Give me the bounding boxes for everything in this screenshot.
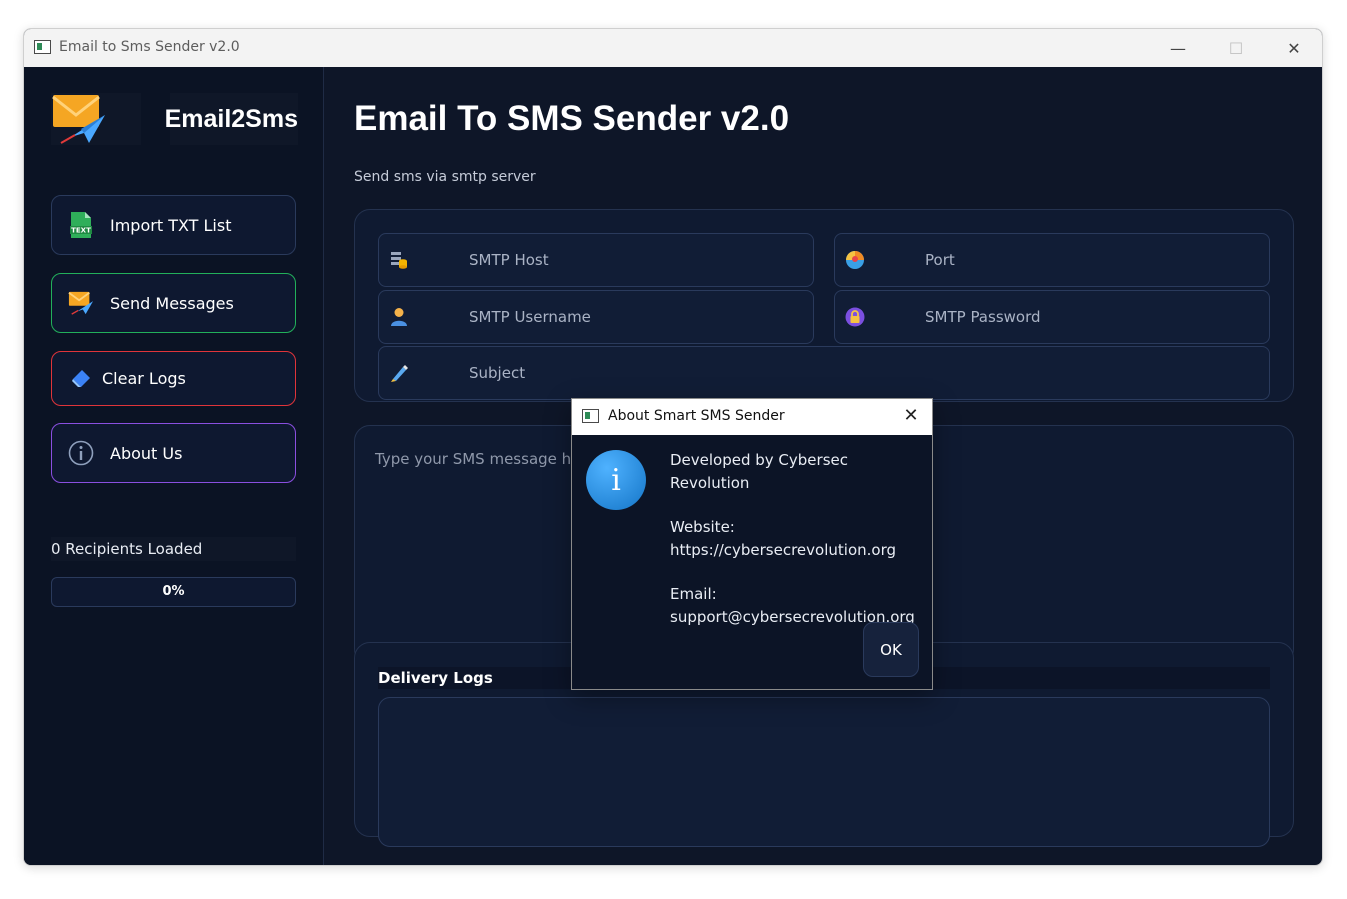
about-us-label: About Us bbox=[110, 443, 183, 463]
mail-logo-icon bbox=[52, 95, 105, 144]
page-title: Email To SMS Sender v2.0 bbox=[354, 99, 790, 138]
window-title: Email to Sms Sender v2.0 bbox=[59, 39, 240, 55]
logo-image bbox=[51, 93, 141, 145]
developer-text: Developed by Cybersec Revolution bbox=[670, 451, 848, 492]
website-url: https://cybersecrevolution.org bbox=[670, 541, 896, 559]
clear-logs-button[interactable]: Clear Logs bbox=[51, 351, 296, 406]
smtp-host-input[interactable]: SMTP Host bbox=[378, 233, 814, 287]
port-icon bbox=[845, 250, 865, 270]
smtp-password-input[interactable]: SMTP Password bbox=[834, 290, 1270, 344]
send-mail-icon bbox=[68, 290, 94, 316]
import-txt-list-button[interactable]: TEXT Import TXT List bbox=[51, 195, 296, 255]
title-bar: Email to Sms Sender v2.0 — ☐ ✕ bbox=[24, 29, 1322, 67]
smtp-username-input[interactable]: SMTP Username bbox=[378, 290, 814, 344]
progress-bar: 0% bbox=[51, 577, 296, 607]
user-icon bbox=[389, 307, 409, 327]
dialog-title-bar: About Smart SMS Sender ✕ bbox=[572, 399, 932, 435]
eraser-icon bbox=[68, 366, 94, 392]
brand-name: Email2Sms bbox=[165, 93, 298, 145]
lock-icon bbox=[845, 307, 865, 327]
subject-placeholder: Subject bbox=[469, 364, 526, 382]
app-icon bbox=[34, 40, 51, 54]
minimize-button[interactable]: — bbox=[1149, 29, 1207, 67]
send-messages-label: Send Messages bbox=[110, 293, 234, 313]
server-icon bbox=[389, 250, 409, 270]
import-txt-list-label: Import TXT List bbox=[110, 215, 232, 235]
website-label: Website: bbox=[670, 518, 735, 536]
ok-button[interactable]: OK bbox=[863, 622, 919, 677]
pencil-icon bbox=[389, 363, 409, 383]
txt-file-icon: TEXT bbox=[68, 212, 94, 238]
clear-logs-label: Clear Logs bbox=[102, 369, 186, 388]
smtp-password-placeholder: SMTP Password bbox=[925, 308, 1041, 326]
smtp-settings-panel: SMTP Host Port SMTP Username SMTP Passwo… bbox=[354, 209, 1294, 402]
dialog-close-button[interactable]: ✕ bbox=[900, 405, 922, 427]
dialog-title: About Smart SMS Sender bbox=[608, 408, 785, 424]
subject-input[interactable]: Subject bbox=[378, 346, 1270, 400]
port-input[interactable]: Port bbox=[834, 233, 1270, 287]
send-messages-button[interactable]: Send Messages bbox=[51, 273, 296, 333]
info-icon bbox=[68, 440, 94, 466]
close-window-button[interactable]: ✕ bbox=[1265, 29, 1322, 67]
information-icon: i bbox=[586, 450, 646, 510]
smtp-username-placeholder: SMTP Username bbox=[469, 308, 591, 326]
about-us-button[interactable]: About Us bbox=[51, 423, 296, 483]
recipients-count: 0 Recipients Loaded bbox=[51, 537, 296, 561]
sidebar: Email2Sms TEXT Import TXT List Send Mess… bbox=[24, 67, 324, 865]
page-subtitle: Send sms via smtp server bbox=[354, 169, 536, 185]
port-placeholder: Port bbox=[925, 251, 955, 269]
smtp-host-placeholder: SMTP Host bbox=[469, 251, 549, 269]
email-label: Email: bbox=[670, 585, 717, 603]
svg-text:TEXT: TEXT bbox=[71, 227, 91, 235]
about-dialog: About Smart SMS Sender ✕ i Developed by … bbox=[571, 398, 933, 690]
maximize-button[interactable]: ☐ bbox=[1207, 29, 1265, 67]
dialog-message: Developed by Cybersec Revolution Website… bbox=[670, 449, 925, 629]
dialog-app-icon bbox=[582, 409, 599, 423]
delivery-logs-output[interactable] bbox=[378, 697, 1270, 847]
